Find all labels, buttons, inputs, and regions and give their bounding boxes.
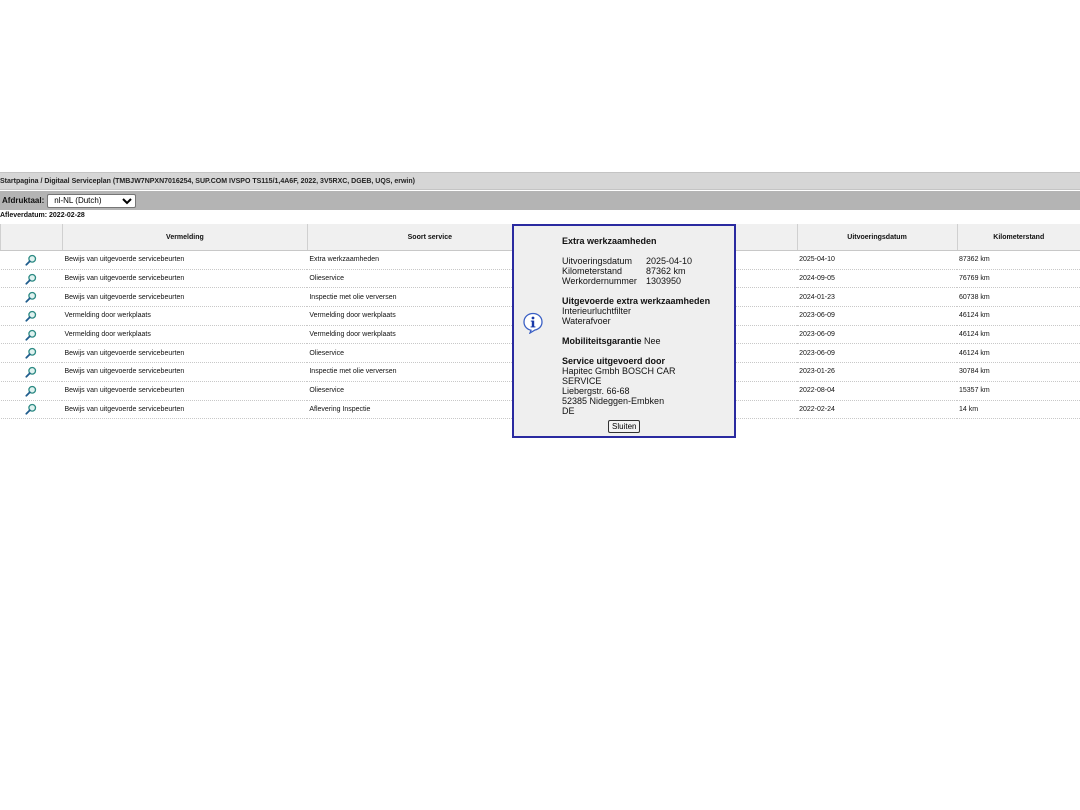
cell-vermelding: Bewijs van uitgevoerde servicebeurten — [62, 381, 308, 401]
header-uitvoeringsdatum: Uitvoeringsdatum — [796, 224, 957, 251]
extra-work-item: Waterafvoer — [562, 316, 611, 326]
magnifier-icon[interactable] — [25, 329, 37, 341]
header-vermelding: Vermelding — [61, 224, 308, 251]
details-dialog: Extra werkzaamheden Uitvoeringsdatum 202… — [512, 224, 736, 438]
cell-kilometerstand: 46124 km — [957, 325, 1080, 345]
row-detail-cell — [0, 269, 63, 289]
cell-kilometerstand: 87362 km — [957, 250, 1080, 270]
cell-vermelding: Bewijs van uitgevoerde servicebeurten — [62, 287, 308, 308]
cell-kilometerstand: 46124 km — [957, 343, 1080, 364]
dialog-title: Extra werkzaamheden — [562, 236, 657, 246]
cell-kilometerstand: 76769 km — [957, 269, 1080, 289]
cell-kilometerstand: 46124 km — [957, 306, 1080, 326]
cell-uitvoeringsdatum: 2025-04-10 — [797, 250, 957, 270]
row-detail-cell — [0, 325, 63, 345]
cell-kilometerstand: 15357 km — [957, 381, 1080, 401]
row-detail-cell — [0, 362, 63, 382]
magnifier-icon[interactable] — [25, 291, 37, 303]
cell-uitvoeringsdatum: 2023-01-26 — [797, 362, 957, 382]
magnifier-icon[interactable] — [25, 254, 37, 266]
print-language-select[interactable]: nl-NL (Dutch) — [47, 193, 137, 208]
mileage-label: Kilometerstand — [562, 266, 623, 276]
order-number-label: Werkordernummer — [562, 276, 637, 286]
magnifier-icon[interactable] — [25, 310, 37, 322]
execution-date-label: Uitvoeringsdatum — [562, 256, 633, 266]
mileage-value: 87362 km — [646, 266, 686, 276]
print-language-bar: Afdruktaal: nl-NL (Dutch) — [0, 191, 1080, 210]
row-detail-cell — [0, 250, 63, 270]
cell-uitvoeringsdatum: 2022-02-24 — [797, 400, 957, 420]
header-icon-col — [0, 224, 63, 251]
extra-work-item: Interieurluchtfilter — [562, 306, 632, 316]
cell-uitvoeringsdatum: 2024-09-05 — [797, 269, 957, 289]
row-detail-cell — [0, 287, 63, 308]
magnifier-icon[interactable] — [25, 347, 37, 359]
cell-uitvoeringsdatum: 2023-06-09 — [797, 343, 957, 364]
cell-vermelding: Bewijs van uitgevoerde servicebeurten — [62, 400, 308, 420]
breadcrumb-text[interactable]: Startpagina / Digitaal Serviceplan (TMBJ… — [0, 178, 415, 185]
cell-uitvoeringsdatum: 2022-08-04 — [797, 381, 957, 401]
service-by-heading: Service uitgevoerd door — [562, 356, 666, 366]
service-by-line: Liebergstr. 66-68 — [562, 386, 630, 396]
delivery-date: Afleverdatum: 2022-02-28 — [0, 212, 85, 219]
cell-kilometerstand: 14 km — [957, 400, 1080, 420]
cell-vermelding: Bewijs van uitgevoerde servicebeurten — [62, 250, 308, 270]
page: Startpagina / Digitaal Serviceplan (TMBJ… — [0, 0, 1080, 810]
cell-vermelding: Bewijs van uitgevoerde servicebeurten — [62, 362, 308, 382]
row-detail-cell — [0, 306, 63, 326]
dialog-content: Extra werkzaamheden Uitvoeringsdatum 202… — [562, 236, 732, 416]
row-detail-cell — [0, 343, 63, 364]
cell-kilometerstand: 60738 km — [957, 287, 1080, 308]
cell-uitvoeringsdatum: 2024-01-23 — [797, 287, 957, 308]
execution-date-value: 2025-04-10 — [646, 256, 693, 266]
mobility-label: Mobiliteitsgarantie — [562, 336, 642, 346]
row-detail-cell — [0, 381, 63, 401]
service-by-line: 52385 Nideggen-Embken — [562, 396, 665, 406]
cell-vermelding: Bewijs van uitgevoerde servicebeurten — [62, 269, 308, 289]
service-by-line: SERVICE — [562, 376, 602, 386]
magnifier-icon[interactable] — [25, 385, 37, 397]
extra-work-heading: Uitgevoerde extra werkzaamheden — [562, 296, 711, 306]
breadcrumb: Startpagina / Digitaal Serviceplan (TMBJ… — [0, 172, 1080, 190]
magnifier-icon[interactable] — [25, 273, 37, 285]
service-by-line: Hapitec Gmbh BOSCH CAR — [562, 366, 676, 376]
cell-uitvoeringsdatum: 2023-06-09 — [797, 306, 957, 326]
magnifier-icon[interactable] — [25, 403, 37, 415]
print-language-label: Afdruktaal: — [2, 196, 45, 205]
close-button[interactable]: Sluiten — [608, 420, 641, 433]
cell-vermelding: Vermelding door werkplaats — [62, 325, 308, 345]
order-number-value: 1303950 — [646, 276, 682, 286]
mobility-row: Mobiliteitsgarantie Nee — [562, 336, 732, 346]
header-kilometerstand: Kilometerstand — [956, 224, 1080, 251]
row-detail-cell — [0, 400, 63, 420]
cell-kilometerstand: 30784 km — [957, 362, 1080, 382]
order-number-row: Werkordernummer 1303950 — [562, 276, 732, 286]
execution-date-row: Uitvoeringsdatum 2025-04-10 — [562, 256, 732, 266]
info-icon — [523, 312, 543, 334]
magnifier-icon[interactable] — [25, 366, 37, 378]
cell-vermelding: Bewijs van uitgevoerde servicebeurten — [62, 343, 308, 364]
mileage-row: Kilometerstand 87362 km — [562, 266, 732, 276]
cell-vermelding: Vermelding door werkplaats — [62, 306, 308, 326]
service-by-line: DE — [562, 406, 575, 416]
cell-uitvoeringsdatum: 2023-06-09 — [797, 325, 957, 345]
mobility-value: Nee — [644, 336, 661, 346]
